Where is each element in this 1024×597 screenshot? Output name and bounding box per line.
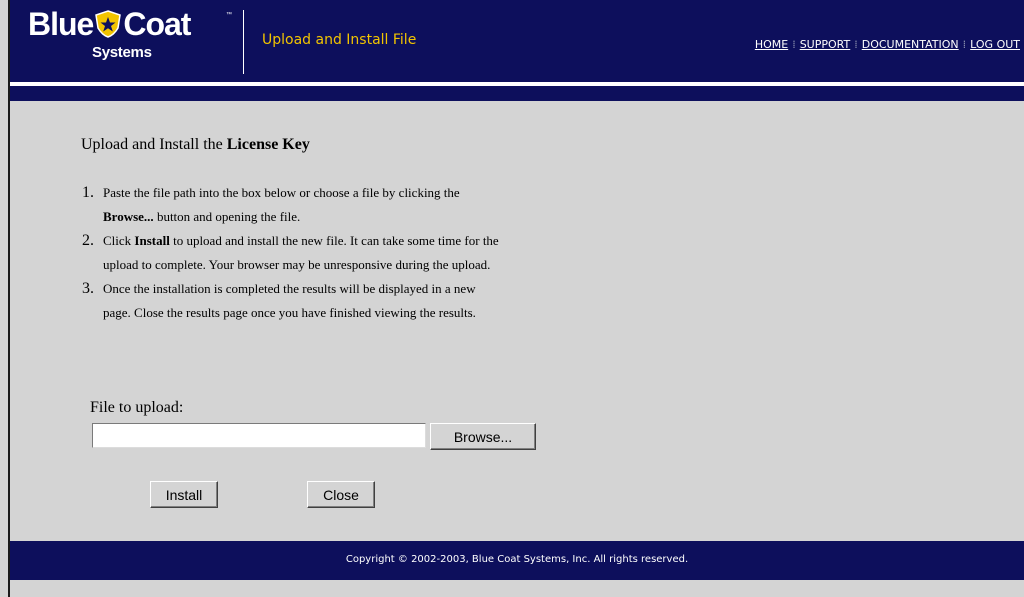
bottom-margin (10, 580, 1024, 597)
file-path-input[interactable] (92, 423, 426, 448)
page-title: Upload and Install File (262, 32, 417, 48)
browse-button[interactable]: Browse... (430, 423, 536, 450)
instructions-list: 1. Paste the file path into the box belo… (81, 181, 521, 325)
copyright-text: Copyright © 2002-2003, Blue Coat Systems… (345, 554, 689, 565)
top-navigation: HOME ⁞ SUPPORT ⁞ DOCUMENTATION ⁞ LOG OUT (755, 38, 1020, 51)
instruction-step-2: 2. Click Install to upload and install t… (81, 229, 521, 277)
instruction-step-1: 1. Paste the file path into the box belo… (81, 181, 521, 229)
header-divider (243, 10, 244, 74)
header-bar: Blue Coat ™ Systems Upload and Install Fi… (10, 0, 1024, 82)
instruction-step-3: 3. Once the installation is completed th… (81, 277, 521, 325)
nav-separator: ⁞ (854, 38, 858, 51)
step-number: 3. (82, 280, 94, 297)
install-button[interactable]: Install (150, 481, 218, 508)
footer-bar: Copyright © 2002-2003, Blue Coat Systems… (10, 541, 1024, 580)
step-number: 1. (82, 184, 94, 201)
nav-logout-link[interactable]: LOG OUT (970, 38, 1020, 51)
heading-bold-text: License Key (226, 136, 310, 153)
bluecoat-logo[interactable]: Blue Coat ™ Systems (28, 6, 238, 66)
step-number: 2. (82, 232, 94, 249)
close-button[interactable]: Close (307, 481, 375, 508)
shield-star-icon (94, 9, 122, 38)
nav-home-link[interactable]: HOME (755, 38, 788, 51)
main-content: Upload and Install the License Key 1. Pa… (10, 101, 1024, 541)
logo-text-blue: Blue (28, 6, 94, 42)
file-upload-label: File to upload: (90, 399, 184, 416)
nav-separator: ⁞ (962, 38, 967, 51)
logo-text-coat: Coat (123, 6, 191, 42)
trademark-mark: ™ (226, 12, 232, 18)
nav-separator: ⁞ (792, 38, 796, 51)
section-heading: Upload and Install the License Key (81, 136, 310, 153)
nav-documentation-link[interactable]: DOCUMENTATION (862, 38, 959, 51)
nav-support-link[interactable]: SUPPORT (800, 38, 851, 51)
header-blue-stripe (10, 86, 1024, 101)
logo-subtitle: Systems (92, 44, 152, 61)
